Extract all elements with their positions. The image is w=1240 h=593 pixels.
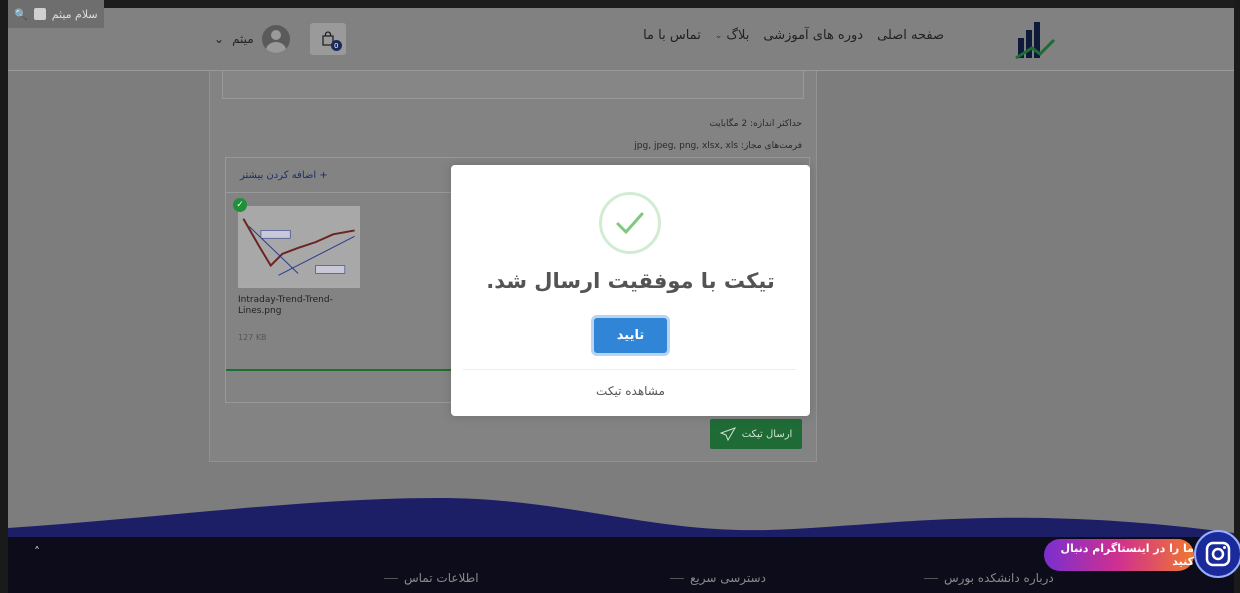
success-dialog: تیکت با موفقیت ارسال شد. تایید مشاهده تی… <box>451 165 810 416</box>
nav-item-courses[interactable]: دوره های آموزشی <box>763 28 863 43</box>
footer-heading-label: درباره دانشکده بورس <box>944 571 1054 585</box>
nav-item-contact[interactable]: تماس با ما <box>643 28 701 43</box>
upload-progress-bar <box>226 369 451 371</box>
upload-success-icon: ✓ <box>233 198 247 212</box>
send-ticket-button[interactable]: ارسال تیکت <box>710 419 802 449</box>
divider <box>670 577 684 579</box>
nav-item-home[interactable]: صفحه اصلی <box>877 28 944 43</box>
message-textarea[interactable] <box>222 71 804 99</box>
instagram-promo[interactable]: ما را در اینستاگرام دنبال کنید <box>1042 498 1240 593</box>
cart-button[interactable]: 0 <box>309 23 346 55</box>
footer-heading-label: دسترسی سریع <box>690 571 766 585</box>
max-size-note: حداکثر اندازه: 2 مگابایت <box>709 119 802 129</box>
footer-heading-quick-access: دسترسی سریع <box>670 571 766 585</box>
instagram-icon[interactable] <box>1194 530 1240 578</box>
footer-heading-about: درباره دانشکده بورس <box>924 571 1054 585</box>
user-menu[interactable]: ⌄ میثم 0 <box>214 23 346 55</box>
nav-item-label: صفحه اصلی <box>877 28 944 43</box>
instagram-promo-label: ما را در اینستاگرام دنبال کنید <box>1044 539 1194 571</box>
file-thumbnail <box>238 206 360 288</box>
nav-item-label: دوره های آموزشی <box>763 28 864 43</box>
site-logo-icon[interactable] <box>1012 18 1056 62</box>
scroll-to-top-button[interactable]: ˄ <box>24 539 50 565</box>
divider <box>924 577 938 579</box>
file-name: Intraday-Trend-Trend-Lines.png <box>238 295 333 316</box>
nav-item-label: بلاگ <box>726 28 750 43</box>
add-more-button[interactable]: + اضافه کردن بیشتر <box>240 170 328 181</box>
site-header: صفحه اصلی دوره های آموزشی بلاگ ⌄ تماس با… <box>8 8 1234 71</box>
paper-plane-icon <box>719 427 736 441</box>
admin-greeting-text: سلام میثم <box>51 7 98 21</box>
user-name: میثم <box>232 32 254 46</box>
send-ticket-label: ارسال تیکت <box>741 428 793 440</box>
nav-item-label: تماس با ما <box>643 28 701 43</box>
success-check-icon <box>599 192 661 254</box>
confirm-button[interactable]: تایید <box>594 318 667 353</box>
window-frame-left <box>0 0 8 593</box>
avatar[interactable] <box>261 25 290 53</box>
view-ticket-link[interactable]: مشاهده تیکت <box>451 384 810 398</box>
admin-avatar-icon <box>33 8 46 20</box>
cart-count-badge: 0 <box>330 40 342 51</box>
admin-bar <box>8 0 1234 8</box>
chevron-down-icon: ⌄ <box>214 32 225 46</box>
footer-heading-contact: اطلاعات تماس <box>384 571 479 585</box>
chevron-down-icon: ⌄ <box>714 30 723 41</box>
file-size: 127 KB <box>238 333 267 342</box>
divider <box>463 369 796 370</box>
footer-heading-label: اطلاعات تماس <box>404 571 479 585</box>
divider <box>384 577 398 579</box>
allowed-formats-note: فرمت‌های مجاز: jpg, jpeg, png, xlsx, xls <box>634 141 802 151</box>
main-nav: صفحه اصلی دوره های آموزشی بلاگ ⌄ تماس با… <box>643 28 944 43</box>
dialog-title: تیکت با موفقیت ارسال شد. <box>486 269 775 293</box>
nav-item-blog[interactable]: بلاگ ⌄ <box>715 28 750 43</box>
admin-greeting[interactable]: سلام میثم 🔍 <box>8 0 104 28</box>
search-icon[interactable]: 🔍 <box>14 8 28 21</box>
